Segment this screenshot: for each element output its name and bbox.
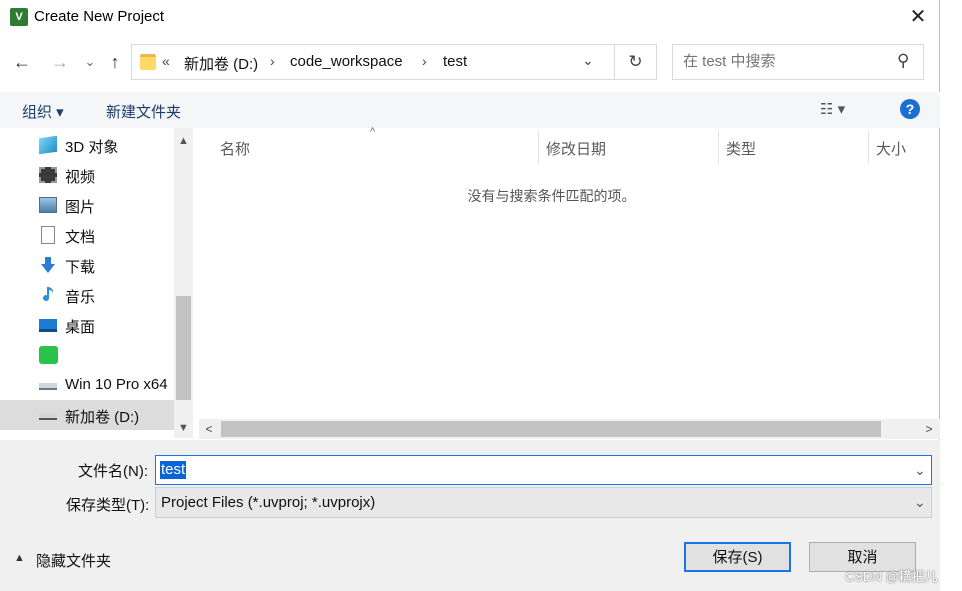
column-header-size[interactable]: 大小 bbox=[876, 138, 906, 159]
app-icon: V bbox=[10, 8, 28, 26]
3d-objects-icon bbox=[39, 135, 57, 155]
back-button[interactable]: ← bbox=[10, 48, 34, 76]
sidebar-item-label: 桌面 bbox=[65, 319, 96, 336]
recent-locations-button[interactable]: ⌄ bbox=[78, 48, 102, 76]
refresh-button[interactable]: ↻ bbox=[614, 45, 656, 79]
downloads-icon bbox=[41, 257, 55, 273]
folder-icon bbox=[140, 54, 156, 70]
filetype-label: 保存类型(T): bbox=[66, 497, 150, 514]
save-button[interactable]: 保存(S) bbox=[684, 542, 791, 572]
sidebar-item-documents[interactable]: 文档 bbox=[0, 220, 174, 250]
sidebar-item-label: 下载 bbox=[65, 259, 96, 276]
sidebar-item-label: 文档 bbox=[65, 229, 96, 246]
hide-folders-label: 隐藏文件夹 bbox=[36, 553, 112, 570]
sidebar-item-label: 图片 bbox=[65, 199, 96, 216]
sidebar-item-iqiyi[interactable] bbox=[0, 340, 174, 370]
filetype-value: Project Files (*.uvproj; *.uvprojx) bbox=[161, 494, 376, 511]
music-icon bbox=[43, 287, 54, 302]
breadcrumb-code-workspace[interactable]: code_workspace bbox=[290, 53, 403, 70]
breadcrumb-drive[interactable]: 新加卷 (D:) bbox=[184, 53, 258, 74]
pictures-icon bbox=[39, 197, 57, 213]
navigation-scrollbar[interactable]: ▲ ▼ bbox=[174, 128, 193, 438]
drive-icon bbox=[39, 383, 57, 390]
organize-menu[interactable]: 组织 ▾ bbox=[22, 101, 64, 122]
breadcrumb-separator[interactable]: › bbox=[270, 53, 275, 69]
filetype-dropdown-icon[interactable]: ⌄ bbox=[914, 494, 926, 511]
save-options-panel: 文件名(N): test ⌄ 保存类型(T): Project Files (*… bbox=[0, 440, 940, 591]
sidebar-item-label: 3D 对象 bbox=[65, 139, 119, 156]
sidebar-item-pictures[interactable]: 图片 bbox=[0, 190, 174, 220]
scroll-down-icon[interactable]: ▼ bbox=[174, 419, 193, 437]
scrollbar-thumb[interactable] bbox=[176, 296, 191, 400]
column-divider[interactable] bbox=[868, 130, 869, 164]
sidebar-item-label: 音乐 bbox=[65, 289, 96, 306]
file-list[interactable]: 名称 ^ 修改日期 类型 大小 没有与搜索条件匹配的项。 bbox=[195, 126, 940, 418]
view-options-icon[interactable]: ☷ ▾ bbox=[820, 100, 845, 118]
scroll-left-icon[interactable]: < bbox=[199, 419, 219, 439]
column-header-type[interactable]: 类型 bbox=[726, 138, 756, 159]
sidebar-item-3d-objects[interactable]: 3D 对象 bbox=[0, 130, 174, 160]
sidebar-item-video[interactable]: 视频 bbox=[0, 160, 174, 190]
address-dropdown-icon[interactable]: ⌄ bbox=[582, 52, 594, 69]
empty-folder-message: 没有与搜索条件匹配的项。 bbox=[467, 188, 636, 204]
scroll-up-icon[interactable]: ▲ bbox=[174, 132, 193, 150]
sidebar-item-label: 新加卷 (D:) bbox=[65, 409, 140, 426]
sidebar-item-music[interactable]: 音乐 bbox=[0, 280, 174, 310]
breadcrumb-test[interactable]: test bbox=[443, 53, 467, 70]
filetype-select[interactable]: Project Files (*.uvproj; *.uvprojx) ⌄ bbox=[155, 487, 932, 518]
caret-up-icon: ▲ bbox=[14, 552, 25, 564]
desktop-icon bbox=[39, 319, 57, 332]
scrollbar-thumb[interactable] bbox=[221, 421, 881, 437]
window-title: Create New Project bbox=[34, 8, 165, 25]
column-header-date-modified[interactable]: 修改日期 bbox=[546, 138, 606, 159]
save-dialog: V Create New Project ✕ ← → ⌄ ↑ « 新加卷 (D:… bbox=[0, 0, 940, 591]
video-icon bbox=[39, 167, 57, 183]
search-box[interactable]: ⚲ bbox=[672, 44, 924, 80]
close-button[interactable]: ✕ bbox=[896, 2, 940, 32]
drive-icon bbox=[39, 414, 57, 420]
command-toolbar: 组织 ▾ 新建文件夹 ☷ ▾ ? bbox=[0, 92, 940, 128]
scroll-right-icon[interactable]: > bbox=[919, 419, 939, 439]
search-input[interactable] bbox=[683, 53, 883, 70]
sidebar-item-drive-d[interactable]: 新加卷 (D:) bbox=[0, 400, 174, 430]
iqiyi-icon bbox=[39, 346, 58, 364]
column-divider[interactable] bbox=[538, 130, 539, 164]
search-icon[interactable]: ⚲ bbox=[897, 51, 909, 71]
sidebar-item-desktop[interactable]: 桌面 bbox=[0, 310, 174, 340]
overflow-icon[interactable]: « bbox=[162, 53, 170, 69]
breadcrumb-separator[interactable]: › bbox=[422, 53, 427, 69]
filename-label: 文件名(N): bbox=[78, 463, 148, 480]
filename-field[interactable]: test ⌄ bbox=[155, 455, 932, 485]
sidebar-item-win10[interactable]: Win 10 Pro x64 bbox=[0, 370, 174, 400]
new-folder-button[interactable]: 新建文件夹 bbox=[106, 101, 181, 122]
sidebar-item-label: 视频 bbox=[65, 169, 96, 186]
column-header-name[interactable]: 名称 bbox=[220, 138, 250, 159]
up-button[interactable]: ↑ bbox=[103, 48, 127, 76]
address-bar[interactable]: « 新加卷 (D:) › code_workspace › test ⌄ ↻ bbox=[131, 44, 657, 80]
sidebar-item-label: Win 10 Pro x64 bbox=[65, 376, 168, 393]
forward-button[interactable]: → bbox=[48, 48, 72, 76]
documents-icon bbox=[41, 226, 55, 244]
navigation-pane: 3D 对象 视频 图片 文档 下载 音乐 桌面 Win 10 Pro x64 新… bbox=[0, 128, 195, 438]
title-bar: V Create New Project ✕ bbox=[0, 0, 940, 34]
file-list-horizontal-scrollbar[interactable]: < > bbox=[199, 419, 940, 439]
column-divider[interactable] bbox=[718, 130, 719, 164]
sidebar-item-downloads[interactable]: 下载 bbox=[0, 250, 174, 280]
watermark: CSDN @耩把儿 bbox=[845, 569, 938, 584]
filename-value[interactable]: test bbox=[160, 461, 187, 479]
filename-dropdown-icon[interactable]: ⌄ bbox=[914, 462, 926, 479]
help-icon[interactable]: ? bbox=[900, 99, 920, 119]
sort-ascending-icon: ^ bbox=[370, 126, 376, 138]
